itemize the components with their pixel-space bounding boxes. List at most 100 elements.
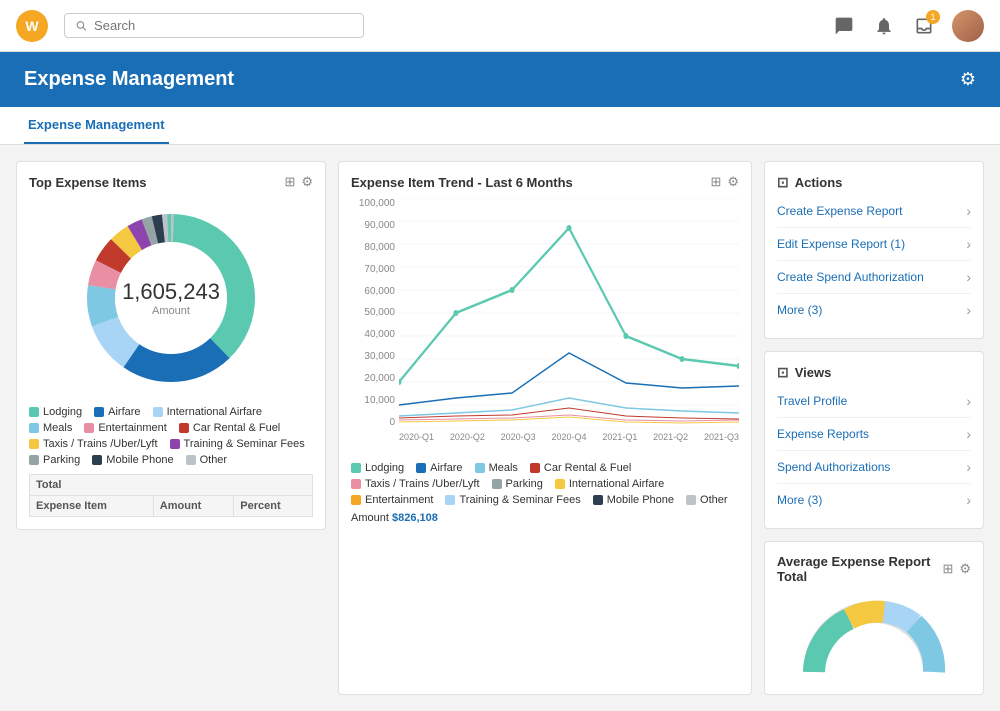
actions-section-header: ⊡ Actions — [777, 174, 971, 191]
left-column: Top Expense Items ⊞ ⚙ — [16, 161, 326, 695]
action-more[interactable]: More (3) › — [777, 294, 971, 326]
trend-legend: Lodging Airfare Meals Car Rental & Fuel … — [351, 462, 739, 506]
avg-settings-icon[interactable]: ⚙ — [959, 561, 971, 577]
trend-legend-car: Car Rental & Fuel — [530, 462, 631, 474]
search-input[interactable] — [94, 18, 353, 33]
amount-label: Amount $826,108 — [351, 512, 739, 524]
action-create-spend[interactable]: Create Spend Authorization › — [777, 261, 971, 294]
user-avatar[interactable] — [952, 10, 984, 42]
trend-chart-area: 100,00090,00080,00070,000 60,00050,00040… — [351, 198, 739, 458]
y-axis: 100,00090,00080,00070,000 60,00050,00040… — [351, 198, 395, 428]
legend-airfare: Airfare — [94, 406, 140, 418]
legend-training: Training & Seminar Fees — [170, 438, 305, 450]
view-spend-auth[interactable]: Spend Authorizations › — [777, 451, 971, 484]
legend-parking: Parking — [29, 454, 80, 466]
page-title: Expense Management — [24, 68, 234, 91]
inbox-icon-button[interactable]: 1 — [912, 14, 936, 38]
legend-taxis: Taxis / Trains /Uber/Lyft — [29, 438, 158, 450]
workday-logo[interactable]: W — [16, 10, 48, 42]
chevron-icon: › — [966, 459, 971, 475]
nav-icons: 1 — [832, 10, 984, 42]
action-edit-expense[interactable]: Edit Expense Report (1) › — [777, 228, 971, 261]
trend-chart-card: Expense Item Trend - Last 6 Months ⊞ ⚙ 1… — [338, 161, 752, 695]
view-expense-reports[interactable]: Expense Reports › — [777, 418, 971, 451]
chat-icon-button[interactable] — [832, 14, 856, 38]
avg-report-title: Average Expense Report Total — [777, 554, 942, 584]
chart-plot — [399, 198, 739, 428]
legend-other: Other — [186, 454, 228, 466]
actions-title: Actions — [795, 175, 843, 190]
action-create-expense[interactable]: Create Expense Report › — [777, 195, 971, 228]
expense-table: Total Expense Item Amount Percent — [29, 474, 313, 517]
avg-card-icons[interactable]: ⊞ ⚙ — [942, 561, 971, 577]
trend-legend-lodging: Lodging — [351, 462, 404, 474]
trend-card-header: Expense Item Trend - Last 6 Months ⊞ ⚙ — [351, 174, 739, 190]
view-more[interactable]: More (3) › — [777, 484, 971, 516]
donut-center: 1,605,243 Amount — [122, 279, 220, 317]
col-amount: Amount — [153, 496, 233, 517]
legend-lodging: Lodging — [29, 406, 82, 418]
avg-donut-chart — [777, 592, 971, 682]
trend-legend-intl: International Airfare — [555, 478, 664, 490]
middle-column: Expense Item Trend - Last 6 Months ⊞ ⚙ 1… — [338, 161, 752, 695]
chevron-icon: › — [966, 302, 971, 318]
trend-legend-meals: Meals — [475, 462, 518, 474]
trend-filter-icon[interactable]: ⊞ — [710, 174, 721, 190]
tabs-bar: Expense Management — [0, 107, 1000, 145]
actions-icon: ⊡ — [777, 174, 789, 191]
legend-intl-airfare: International Airfare — [153, 406, 262, 418]
donut-label: Amount — [122, 305, 220, 317]
page-header: Expense Management ⚙ — [0, 52, 1000, 107]
inbox-badge: 1 — [926, 10, 940, 24]
card-header: Top Expense Items ⊞ ⚙ — [29, 174, 313, 190]
views-icon: ⊡ — [777, 364, 789, 381]
top-expense-items-card: Top Expense Items ⊞ ⚙ — [16, 161, 326, 530]
donut-chart: 1,605,243 Amount — [29, 198, 313, 398]
expense-legend: Lodging Airfare International Airfare Me… — [29, 406, 313, 466]
trend-settings-icon[interactable]: ⚙ — [727, 174, 739, 190]
legend-entertainment: Entertainment — [84, 422, 166, 434]
chevron-icon: › — [966, 236, 971, 252]
chevron-icon: › — [966, 203, 971, 219]
trend-legend-entertainment: Entertainment — [351, 494, 433, 506]
chevron-icon: › — [966, 269, 971, 285]
legend-mobile: Mobile Phone — [92, 454, 173, 466]
legend-meals: Meals — [29, 422, 72, 434]
views-list: Travel Profile › Expense Reports › Spend… — [777, 385, 971, 516]
top-expense-items-title: Top Expense Items — [29, 175, 147, 190]
avg-report-card: Average Expense Report Total ⊞ ⚙ — [764, 541, 984, 695]
views-card: ⊡ Views Travel Profile › Expense Reports… — [764, 351, 984, 529]
actions-list: Create Expense Report › Edit Expense Rep… — [777, 195, 971, 326]
x-axis: 2020-Q12020-Q22020-Q32020-Q42021-Q12021-… — [399, 428, 739, 458]
col-percent: Percent — [234, 496, 313, 517]
trend-chart-title: Expense Item Trend - Last 6 Months — [351, 175, 573, 190]
trend-legend-taxis: Taxis / Trains /Uber/Lyft — [351, 478, 480, 490]
header-settings-icon[interactable]: ⚙ — [960, 69, 976, 90]
view-travel-profile[interactable]: Travel Profile › — [777, 385, 971, 418]
donut-total-value: 1,605,243 — [122, 279, 220, 305]
amount-value: $826,108 — [392, 512, 438, 524]
trend-legend-airfare: Airfare — [416, 462, 462, 474]
trend-legend-training: Training & Seminar Fees — [445, 494, 580, 506]
main-content: Top Expense Items ⊞ ⚙ — [0, 145, 1000, 711]
chevron-icon: › — [966, 426, 971, 442]
chevron-icon: › — [966, 393, 971, 409]
views-section-header: ⊡ Views — [777, 364, 971, 381]
actions-card: ⊡ Actions Create Expense Report › Edit E… — [764, 161, 984, 339]
table-header-total: Total — [30, 475, 313, 496]
chevron-icon: › — [966, 492, 971, 508]
search-bar[interactable] — [64, 13, 364, 38]
views-title: Views — [795, 365, 832, 380]
settings-icon[interactable]: ⚙ — [301, 174, 313, 190]
search-icon — [75, 19, 88, 33]
trend-legend-other: Other — [686, 494, 728, 506]
card-action-icons[interactable]: ⊞ ⚙ — [284, 174, 313, 190]
bell-icon-button[interactable] — [872, 14, 896, 38]
col-expense-item: Expense Item — [30, 496, 154, 517]
filter-icon[interactable]: ⊞ — [284, 174, 295, 190]
avg-filter-icon[interactable]: ⊞ — [942, 561, 953, 577]
trend-legend-parking: Parking — [492, 478, 543, 490]
top-navigation: W 1 — [0, 0, 1000, 52]
trend-card-icons[interactable]: ⊞ ⚙ — [710, 174, 739, 190]
tab-expense-management[interactable]: Expense Management — [24, 107, 169, 144]
